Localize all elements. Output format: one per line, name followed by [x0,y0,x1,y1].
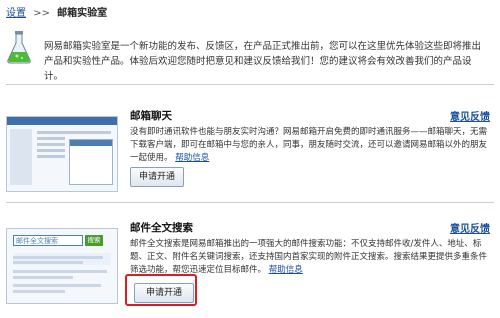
thumbnail-result-line [13,261,83,264]
feature-description: 没有即时通讯软件也能与朋友实时沟通？网易邮箱开启免费的即时通讯服务——邮箱聊天，… [130,126,488,165]
thumbnail-sidebar [10,129,32,185]
mail-chat-thumbnail [6,116,118,192]
thumbnail-line [37,137,65,140]
thumbnail-line [37,149,65,152]
thumbnail-line [37,155,65,158]
thumbnail-search-box: 邮件全文搜索 [13,235,83,246]
feature-description: 邮件全文搜索是网易邮箱推出的一项强大的邮件搜索功能：不仅支持邮件收/发件人、地址… [130,238,488,277]
thumbnail-result-line [13,284,101,287]
thumbnail-search-button: 搜索 [85,235,103,246]
thumbnail-line [37,143,65,146]
apply-button[interactable]: 申请开通 [130,167,184,187]
thumbnail-chat-window [69,139,113,185]
breadcrumb-current: 邮箱实验室 [57,8,108,19]
feature-full-text-search: 邮件全文搜索 搜索 邮件全文搜索 意见反馈 邮件全文搜索是网易邮箱推出的一项强大… [6,220,494,310]
help-link[interactable]: 帮助信息 [175,153,209,163]
thumbnail-titlebar [7,117,117,125]
thumbnail-result-line [13,276,73,279]
help-link[interactable]: 帮助信息 [269,265,303,275]
intro-text: 网易邮箱实验室是一个新功能的发布、反馈区，在产品正式推出前，您可以在这里优先体验… [44,41,482,82]
feedback-link[interactable]: 意见反馈 [450,108,490,123]
feature-title: 邮箱聊天 [130,110,172,122]
divider [6,202,494,203]
feature-mail-chat: 邮箱聊天 意见反馈 没有即时通讯软件也能与朋友实时沟通？网易邮箱开启免费的即时通… [6,108,494,192]
divider [6,84,494,85]
breadcrumb: 设置 >> 邮箱实验室 [6,4,107,19]
full-text-search-thumbnail: 邮件全文搜索 搜索 [6,228,118,304]
highlight-box [125,274,197,306]
thumbnail-line [37,131,111,134]
breadcrumb-separator: >> [33,8,50,19]
feedback-link[interactable]: 意见反馈 [450,220,490,235]
thumbnail-chat-header [70,140,112,146]
feature-title: 邮件全文搜索 [130,222,193,234]
breadcrumb-settings-link[interactable]: 设置 [6,8,26,19]
intro-section: 网易邮箱实验室是一个新功能的发布、反馈区，在产品正式推出前，您可以在这里优先体验… [6,26,494,82]
flask-icon [7,31,31,64]
thumbnail-result-line [13,270,107,273]
feature-description-text: 邮件全文搜索是网易邮箱推出的一项强大的邮件搜索功能：不仅支持邮件收/发件人、地址… [130,239,488,275]
thumbnail-result-line [13,256,103,259]
thumbnail-result-line [13,290,65,293]
